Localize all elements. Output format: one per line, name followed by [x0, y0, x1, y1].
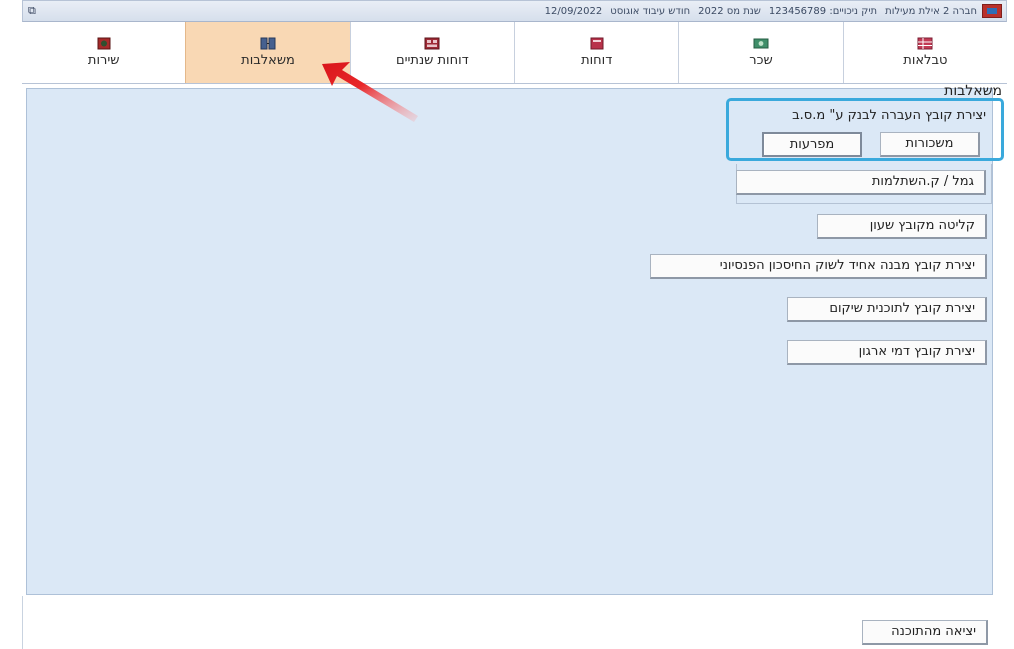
- reports-icon: [590, 37, 604, 50]
- tab-tables-label: טבלאות: [903, 53, 948, 68]
- salary-icon: [753, 38, 769, 49]
- tab-tables[interactable]: טבלאות: [842, 22, 1007, 83]
- tax-file-number: תיק ניכויים: 123456789: [768, 5, 878, 17]
- tab-interfaces-label: משאלבות: [241, 53, 295, 68]
- salaries-transfer-button[interactable]: משכורות: [880, 132, 980, 157]
- tables-icon: [917, 37, 933, 50]
- restore-window-icon[interactable]: ⧉: [28, 4, 36, 18]
- pension-funds-button[interactable]: גמל / ק.השתלמות: [736, 170, 986, 195]
- tab-salary-label: שכר: [749, 53, 773, 68]
- tab-salary[interactable]: שכר: [678, 22, 842, 83]
- pension-market-file-button[interactable]: יצירת קובץ מבנה אחיד לשוק החיסכון הפנסיו…: [650, 254, 987, 279]
- rehab-program-file-button[interactable]: יצירת קובץ לתוכנית שיקום: [787, 297, 987, 322]
- company-name: חברה 2 אילת מעילות: [885, 5, 977, 17]
- deductions-transfer-button[interactable]: מפרעות: [762, 132, 862, 157]
- status-area: [22, 596, 1007, 649]
- bank-transfer-group-label: יצירת קובץ העברה לבנק ע" מ.ס.ב: [792, 108, 986, 123]
- tab-reports[interactable]: דוחות: [514, 22, 678, 83]
- exit-button[interactable]: יציאה מהתוכנה: [862, 620, 988, 645]
- tab-reports-label: דוחות: [581, 53, 613, 68]
- section-title: משאלבות: [944, 83, 1002, 99]
- main-toolbar: טבלאות שכר דוחות דוחות שנתיים משאלבות שי…: [22, 22, 1007, 84]
- org-fees-file-button[interactable]: יצירת קובץ דמי ארגון: [787, 340, 987, 365]
- app-icon: [982, 4, 1002, 18]
- current-date: 12/09/2022: [544, 5, 603, 17]
- tab-service[interactable]: שירות: [22, 22, 185, 83]
- title-bar: חברה 2 אילת מעילות תיק ניכויים: 12345678…: [22, 0, 1007, 22]
- left-margin: [0, 0, 22, 649]
- processing-month: חודש עיבוד אוגוסט: [610, 5, 691, 17]
- interfaces-icon: [260, 37, 276, 50]
- red-arrow-icon: [322, 62, 418, 122]
- tab-service-label: שירות: [87, 53, 120, 68]
- annual-reports-icon: [424, 37, 440, 50]
- clock-import-button[interactable]: קליטה מקובץ שעון: [817, 214, 987, 239]
- tax-year: שנת מס 2022: [698, 5, 761, 17]
- service-icon: [97, 37, 111, 50]
